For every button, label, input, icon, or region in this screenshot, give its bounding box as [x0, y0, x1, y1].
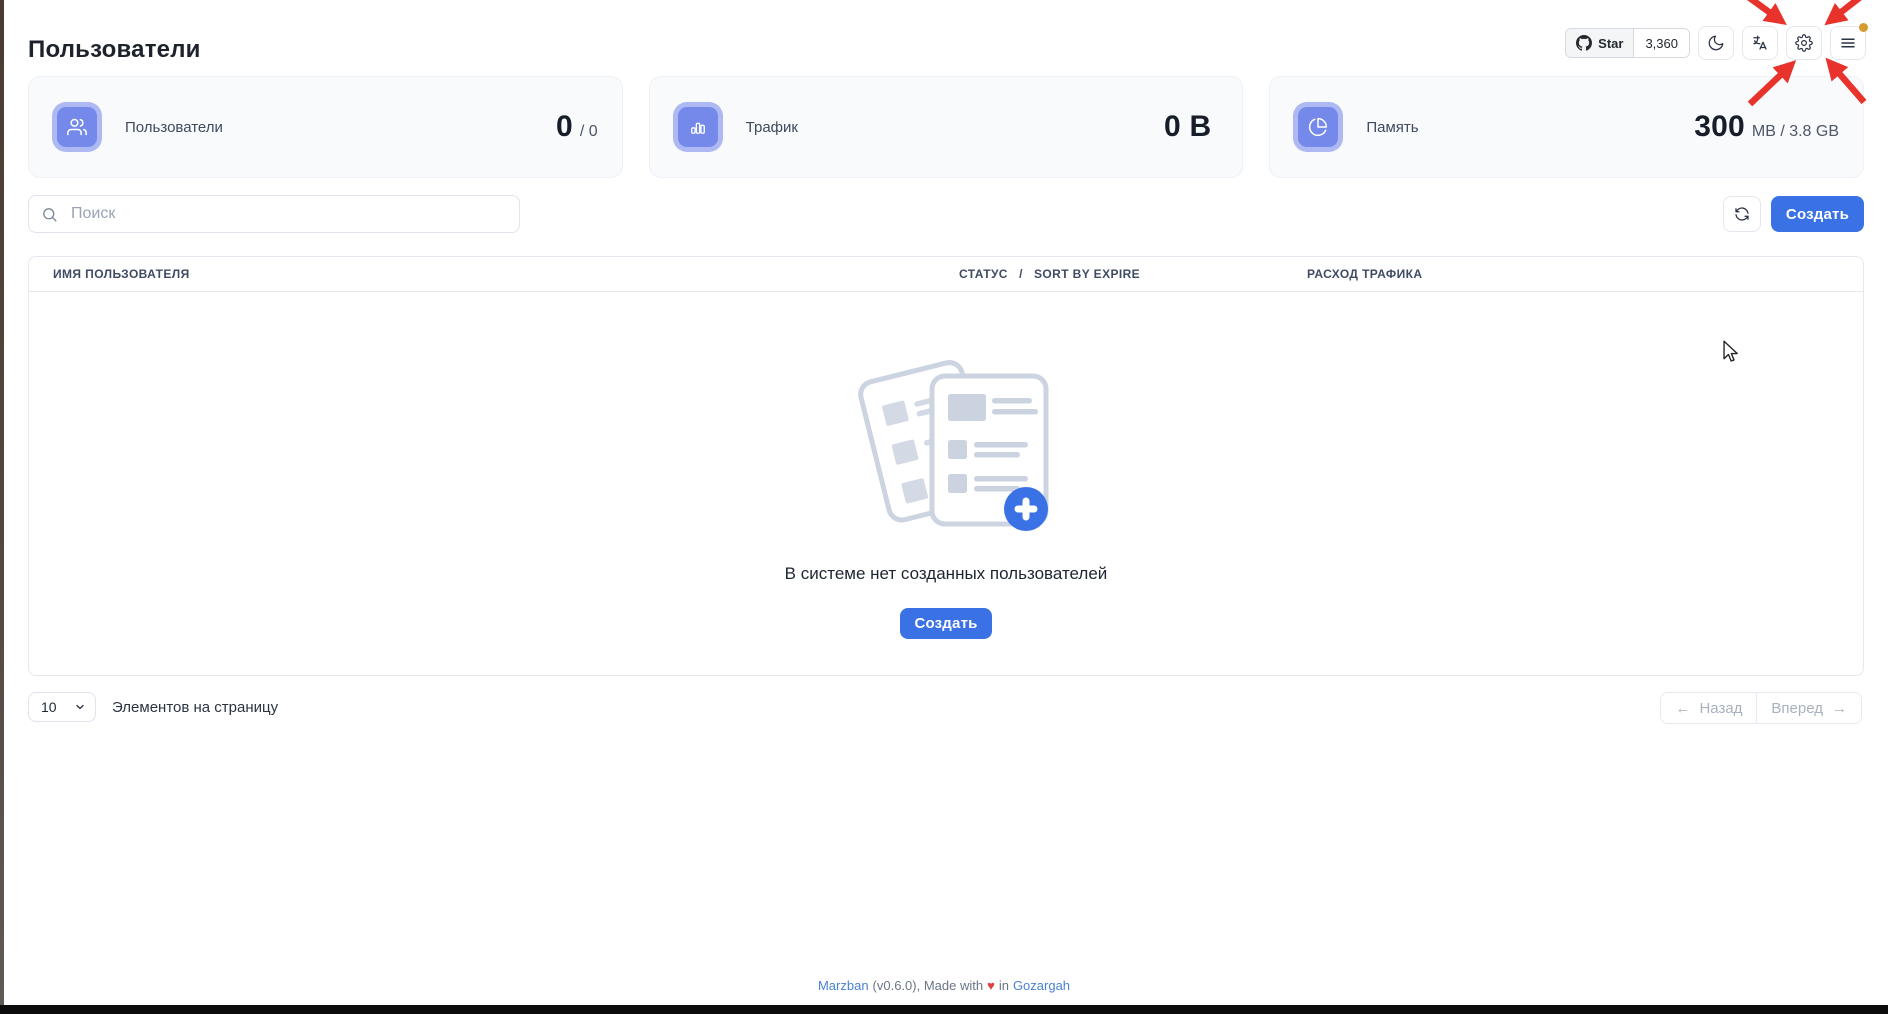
empty-documents-illustration — [842, 348, 1050, 538]
github-star-count[interactable]: 3,360 — [1634, 29, 1689, 57]
github-star-button[interactable]: Star — [1566, 29, 1634, 57]
chevron-down-icon — [74, 701, 86, 713]
gear-icon — [1795, 34, 1813, 52]
github-icon — [1576, 35, 1592, 51]
per-page-label: Элементов на страницу — [112, 699, 278, 716]
refresh-icon — [1733, 205, 1751, 223]
column-header-username[interactable]: ИМЯ ПОЛЬЗОВАТЕЛЯ — [29, 267, 935, 281]
pie-chart-icon — [1298, 107, 1338, 147]
page-title: Пользователи — [28, 36, 201, 64]
settings-button[interactable] — [1786, 26, 1822, 60]
language-button[interactable] — [1742, 26, 1778, 60]
pagination-buttons: ← Назад Вперед → — [1660, 692, 1862, 724]
window-edge-left — [0, 0, 4, 1014]
stat-card-traffic: Трафик 0 B — [649, 76, 1244, 178]
empty-state-message: В системе нет созданных пользователей — [785, 564, 1108, 584]
github-star-widget: Star 3,360 — [1565, 28, 1690, 58]
window-edge-bottom — [0, 1005, 1888, 1014]
hamburger-menu-icon — [1839, 34, 1857, 52]
gozargah-link[interactable]: Gozargah — [1013, 978, 1070, 993]
footer-version-text: (v0.6.0), Made with — [873, 978, 984, 993]
next-page-button[interactable]: Вперед → — [1756, 693, 1861, 723]
translate-icon — [1751, 34, 1769, 52]
footer: Marzban (v0.6.0), Made with ♥ in Gozarga… — [0, 978, 1888, 993]
plus-circle-icon — [1004, 487, 1048, 531]
stat-value: 0 B — [1164, 110, 1218, 144]
footer-in-text: in — [999, 978, 1009, 993]
create-user-button[interactable]: Создать — [1771, 196, 1864, 232]
table-header-row: ИМЯ ПОЛЬЗОВАТЕЛЯ СТАТУС / SORT BY EXPIRE… — [29, 257, 1863, 292]
theme-toggle-button[interactable] — [1698, 26, 1734, 60]
users-icon — [57, 107, 97, 147]
users-table: ИМЯ ПОЛЬЗОВАТЕЛЯ СТАТУС / SORT BY EXPIRE… — [28, 256, 1864, 676]
stat-label: Память — [1366, 119, 1418, 136]
stat-card-users: Пользователи 0 / 0 — [28, 76, 623, 178]
search-input[interactable] — [69, 204, 507, 224]
page-size-value: 10 — [41, 699, 57, 715]
stat-label: Пользователи — [125, 119, 223, 136]
toolbar-actions: Создать — [1723, 196, 1864, 232]
header-actions: Star 3,360 — [1565, 26, 1866, 60]
moon-icon — [1707, 34, 1725, 52]
stat-value: 0 / 0 — [556, 110, 598, 144]
arrow-left-icon: ← — [1675, 700, 1690, 717]
column-header-status-sort-expire[interactable]: СТАТУС / SORT BY EXPIRE — [935, 267, 1283, 281]
stat-label: Трафик — [746, 119, 798, 136]
arrow-right-icon: → — [1832, 700, 1847, 717]
notification-dot — [1859, 23, 1868, 32]
empty-state-create-button[interactable]: Создать — [900, 608, 991, 639]
menu-button[interactable] — [1830, 26, 1866, 60]
marzban-link[interactable]: Marzban — [818, 978, 869, 993]
page-size-select[interactable]: 10 — [28, 692, 96, 722]
stat-value: 300 MB / 3.8 GB — [1694, 110, 1839, 144]
prev-page-button[interactable]: ← Назад — [1661, 693, 1756, 723]
stat-card-memory: Память 300 MB / 3.8 GB — [1269, 76, 1864, 178]
search-icon — [41, 206, 58, 223]
table-empty-state: В системе нет созданных пользователей Со… — [29, 292, 1863, 677]
bar-chart-icon — [678, 107, 718, 147]
search-box — [28, 195, 520, 233]
column-header-traffic-usage[interactable]: РАСХОД ТРАФИКА — [1283, 267, 1863, 281]
refresh-button[interactable] — [1723, 196, 1761, 232]
heart-icon: ♥ — [987, 978, 995, 993]
github-star-label: Star — [1598, 36, 1623, 51]
stat-cards: Пользователи 0 / 0 Трафик 0 B Память 300 — [28, 76, 1864, 178]
